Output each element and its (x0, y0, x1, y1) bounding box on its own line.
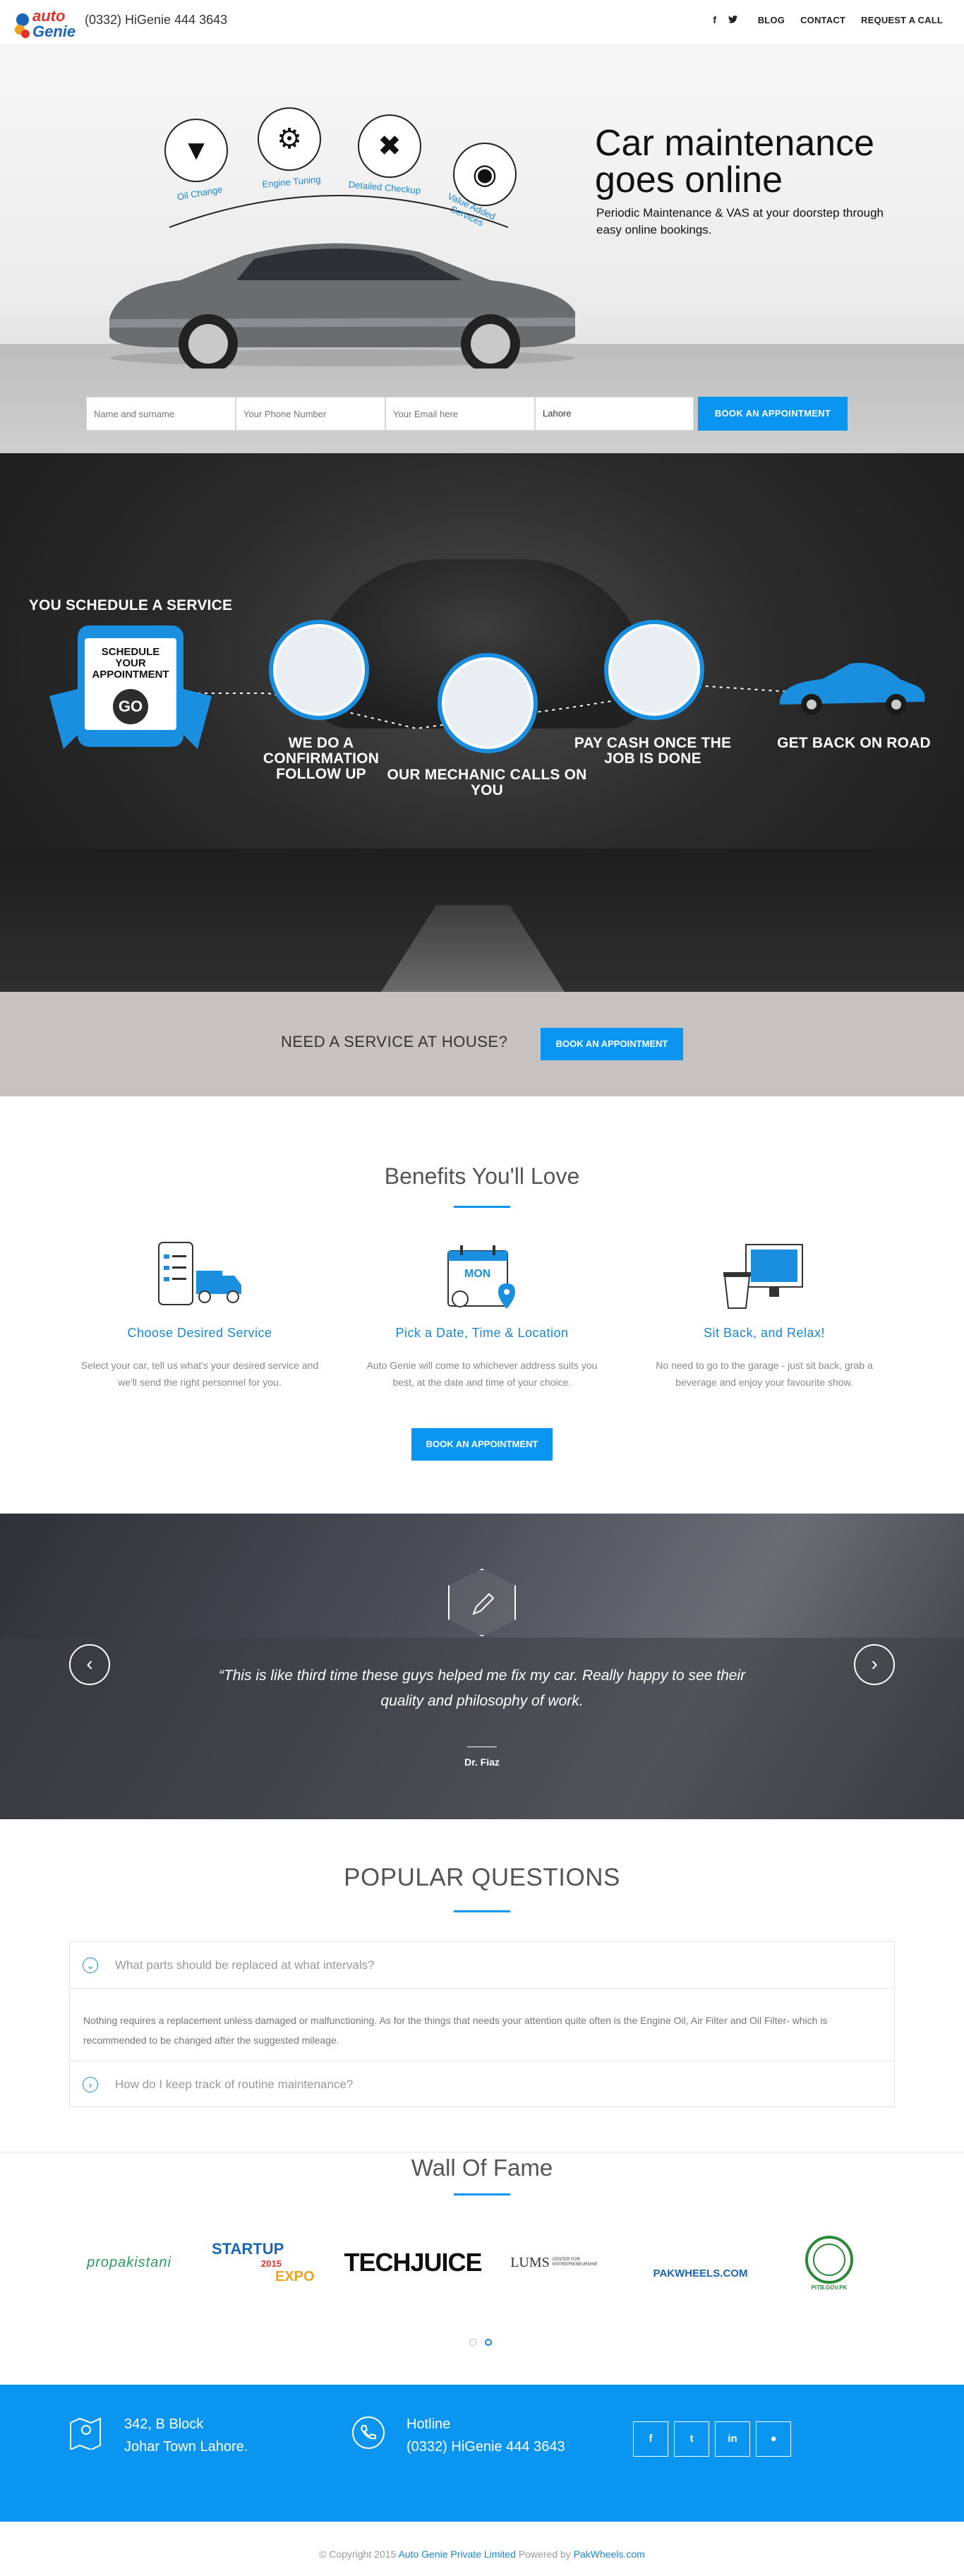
benefit-1-text: Select your car, tell us what's your des… (80, 1360, 319, 1388)
hero-section: ▼ ⚙ ✖ ◉ Oil Change Engine Tuning Detaile… (0, 44, 964, 453)
propakistani-logo[interactable]: propakistani (69, 2231, 189, 2294)
mechanic-icon (438, 653, 538, 753)
faq-question-2[interactable]: › How do I keep track of routine mainten… (70, 2061, 894, 2107)
techjuice-logo[interactable]: TECHJUICE (344, 2231, 482, 2294)
hero-subtitle: Periodic Maintenance & VAS at your doors… (596, 206, 884, 236)
benefit-3-title: Sit Back, and Relax! (703, 1326, 826, 1340)
cta-book-appointment-button[interactable]: BOOK AN APPOINTMENT (541, 1028, 683, 1060)
twitter-icon[interactable] (724, 14, 742, 25)
book-appointment-button[interactable]: BOOK AN APPOINTMENT (698, 397, 848, 431)
testimonial-quote: “This is like third time these guys help… (218, 1667, 746, 1709)
cash-payment-icon (604, 620, 704, 720)
go-button-illustration: GO (113, 689, 148, 724)
genie-mascot-icon (15, 13, 30, 38)
wall-divider (454, 2193, 510, 2195)
faq-question-1[interactable]: ⌄ What parts should be replaced at what … (70, 1942, 894, 1989)
top-nav: f BLOG CONTACT REQUEST A CALL (706, 14, 943, 25)
chevron-right-icon: › (83, 2077, 98, 2092)
nav-blog[interactable]: BLOG (758, 15, 785, 25)
cta-text: NEED A SERVICE AT HOUSE? (281, 1033, 508, 1050)
detailed-checkup-icon: ✖ (358, 114, 421, 178)
faq-title: POPULAR QUESTIONS (344, 1864, 620, 1891)
carousel-dot-2-active[interactable] (485, 2339, 492, 2346)
pen-icon (448, 1569, 516, 1636)
hotline-label: Hotline (406, 2416, 451, 2432)
pakwheels-link[interactable]: PakWheels.com (574, 2548, 645, 2560)
lums-logo[interactable]: LUMS CENTER FOR ENTREPRENEURSHIP (498, 2231, 603, 2294)
carousel-dot-1[interactable] (469, 2339, 476, 2346)
wall-of-fame-title: Wall Of Fame (411, 2155, 553, 2181)
benefits-title: Benefits You'll Love (384, 1163, 580, 1189)
step-schedule-title: YOU SCHEDULE A SERVICE (28, 597, 233, 613)
benefit-1-title: Choose Desired Service (127, 1326, 272, 1340)
site-footer: 342, B Block Johar Town Lahore. Hotline … (0, 2385, 964, 2522)
tv-and-cup-icon (723, 1244, 803, 1309)
powered-by-text: Powered by (518, 2548, 571, 2560)
header-phone[interactable]: (0332) HiGenie 444 3643 (85, 13, 227, 28)
faq-question-2-text: How do I keep track of routine maintenan… (115, 2078, 354, 2091)
pitb-logo[interactable]: PITB.GOV.PK (790, 2231, 868, 2294)
blue-car-icon (780, 662, 925, 715)
car-illustration (109, 243, 575, 369)
benefit-3-text: No need to go to the garage - just sit b… (656, 1360, 873, 1388)
chevron-down-icon: ⌄ (83, 1958, 98, 1973)
phone-body: SCHEDULE YOUR APPOINTMENT GO (78, 625, 183, 747)
step-payment-title: PAY CASH ONCE THE JOB IS DONE (574, 735, 732, 767)
testimonial-author: Dr. Fiaz (464, 1756, 500, 1768)
name-input[interactable] (86, 397, 236, 431)
engine-tuning-icon: ⚙ (258, 107, 321, 171)
hero-title: Car maintenance goes online (595, 123, 874, 200)
phone-screen: SCHEDULE YOUR APPOINTMENT GO (85, 638, 176, 730)
startup-expo-logo[interactable]: STARTUP 2015 EXPO (212, 2231, 332, 2294)
step-confirmation-title: WE DO A CONFIRMATION FOLLOW UP (263, 735, 380, 782)
how-it-works-section: YOU SCHEDULE A SERVICE SCHEDULE YOUR APP… (0, 453, 964, 992)
phone-input[interactable] (236, 397, 385, 431)
benefit-2-text: Auto Genie will come to whichever addres… (366, 1360, 598, 1388)
address-line-2: Johar Town Lahore. (124, 2439, 248, 2455)
phone-screen-text: SCHEDULE YOUR APPOINTMENT (92, 646, 169, 681)
site-header: auto Genie (0332) HiGenie 444 3643 f BLO… (0, 0, 964, 44)
copyright: © Copyright 2015 Auto Genie Private Limi… (0, 2548, 964, 2560)
nav-contact[interactable]: CONTACT (800, 15, 845, 25)
nav-request-call[interactable]: REQUEST A CALL (861, 15, 943, 25)
calendar-day-label: MON (464, 1268, 491, 1280)
footer-instagram-icon[interactable]: ● (756, 2421, 791, 2457)
benefits-book-appointment-button[interactable]: BOOK AN APPOINTMENT (411, 1428, 553, 1461)
facebook-icon[interactable]: f (706, 14, 724, 25)
oil-change-icon: ▼ (164, 119, 228, 182)
benefits-divider (454, 1206, 510, 1208)
footer-facebook-icon[interactable]: f (633, 2421, 668, 2457)
phone-illustration: SCHEDULE YOUR APPOINTMENT GO (49, 625, 212, 749)
copyright-text: © Copyright 2015 (319, 2548, 397, 2560)
city-select[interactable]: Lahore (535, 397, 694, 431)
booking-form: Lahore BOOK AN APPOINTMENT (86, 397, 848, 431)
carousel-next-arrow[interactable]: › (854, 1644, 895, 1685)
hotline-number[interactable]: (0332) HiGenie 444 3643 (406, 2436, 565, 2458)
logo-genie-text: Genie (32, 23, 76, 40)
benefit-2-title: Pick a Date, Time & Location (395, 1326, 569, 1340)
address-line-1: 342, B Block (124, 2416, 204, 2432)
faq-answer-1: Nothing requires a replacement unless da… (83, 2015, 828, 2046)
footer-address: 342, B Block Johar Town Lahore. (124, 2413, 248, 2458)
carousel-prev-arrow[interactable]: ‹ (69, 1644, 110, 1685)
footer-linkedin-icon[interactable]: in (715, 2421, 750, 2457)
support-agent-icon (269, 620, 369, 720)
auto-genie-logo[interactable]: auto Genie (13, 6, 76, 42)
step-back-on-road-title: GET BACK ON ROAD (777, 735, 931, 751)
footer-twitter-icon[interactable]: t (674, 2421, 709, 2457)
phone-icon (352, 2416, 385, 2449)
phone-and-truck-icon (158, 1242, 241, 1305)
faq-divider (454, 1910, 510, 1912)
company-link[interactable]: Auto Genie Private Limited (398, 2548, 516, 2560)
faq-question-1-text: What parts should be replaced at what in… (115, 1958, 375, 1972)
map-icon (70, 2417, 101, 2450)
calendar-location-icon: MON (445, 1241, 522, 1312)
email-input[interactable] (385, 397, 535, 431)
service-at-house-cta: NEED A SERVICE AT HOUSE? BOOK AN APPOINT… (0, 992, 964, 1096)
footer-hotline: Hotline (0332) HiGenie 444 3643 (406, 2413, 565, 2458)
pakwheels-logo[interactable]: PAKWHEELS.COM (639, 2231, 762, 2294)
step-mechanic-title: OUR MECHANIC CALLS ON YOU (387, 767, 587, 798)
